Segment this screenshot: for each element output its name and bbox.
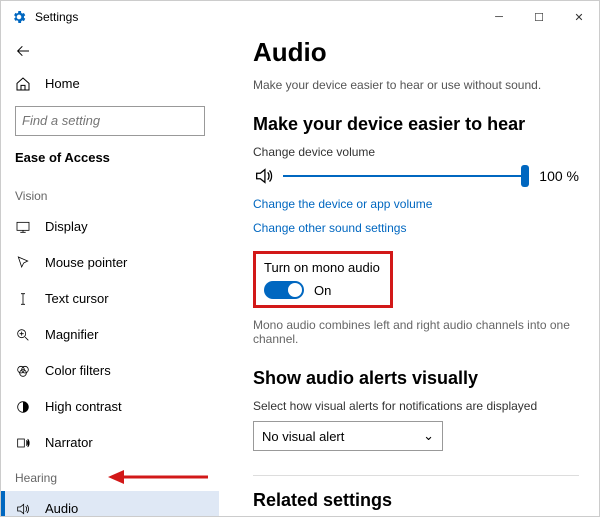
sidebar-item-audio[interactable]: Audio [1, 491, 219, 516]
search-input[interactable] [15, 106, 205, 136]
sidebar-item-text-cursor[interactable]: Text cursor [1, 281, 219, 317]
sidebar-item-home[interactable]: Home [1, 68, 219, 100]
titlebar: Settings ─ ☐ ✕ [1, 1, 599, 33]
group-vision: Vision [1, 179, 219, 209]
sidebar-item-magnifier[interactable]: Magnifier [1, 317, 219, 353]
speaker-icon [253, 165, 275, 187]
sidebar-item-label: Text cursor [45, 291, 109, 306]
section-easier-heading: Make your device easier to hear [253, 114, 579, 135]
divider [253, 475, 579, 476]
contrast-icon [15, 399, 31, 415]
home-label: Home [45, 76, 80, 91]
minimize-button[interactable]: ─ [479, 1, 519, 33]
color-filters-icon [15, 363, 31, 379]
sidebar-item-label: Narrator [45, 435, 93, 450]
section-related-heading: Related settings [253, 490, 579, 511]
sidebar-item-narrator[interactable]: Narrator [1, 425, 219, 461]
group-hearing: Hearing [1, 461, 219, 491]
home-icon [15, 76, 31, 92]
sidebar-item-label: Color filters [45, 363, 111, 378]
settings-gear-icon [11, 9, 27, 25]
text-cursor-icon [15, 291, 31, 307]
main-content: Audio Make your device easier to hear or… [219, 33, 599, 516]
sidebar-item-color-filters[interactable]: Color filters [1, 353, 219, 389]
sidebar-item-label: Display [45, 219, 88, 234]
search-field[interactable] [22, 113, 200, 128]
link-change-device-volume[interactable]: Change the device or app volume [253, 197, 579, 211]
mono-audio-highlight: Turn on mono audio On [253, 251, 393, 308]
sidebar-item-label: Magnifier [45, 327, 98, 342]
sidebar-item-display[interactable]: Display [1, 209, 219, 245]
volume-slider[interactable] [283, 175, 525, 177]
back-button[interactable] [1, 33, 219, 68]
section-alerts-heading: Show audio alerts visually [253, 368, 579, 389]
page-title: Audio [253, 37, 579, 68]
mono-audio-title: Turn on mono audio [264, 260, 380, 275]
alerts-sub: Select how visual alerts for notificatio… [253, 399, 579, 413]
link-change-other-sound[interactable]: Change other sound settings [253, 221, 579, 235]
window-title: Settings [35, 10, 479, 24]
sidebar-item-label: Mouse pointer [45, 255, 127, 270]
audio-icon [15, 501, 31, 516]
page-description: Make your device easier to hear or use w… [253, 78, 579, 92]
maximize-button[interactable]: ☐ [519, 1, 559, 33]
volume-label: Change device volume [253, 145, 579, 159]
mono-audio-note: Mono audio combines left and right audio… [253, 318, 579, 346]
display-icon [15, 219, 31, 235]
pointer-icon [15, 255, 31, 271]
visual-alert-value: No visual alert [262, 429, 344, 444]
sidebar-item-label: High contrast [45, 399, 122, 414]
arrow-left-icon [15, 43, 31, 59]
sidebar-item-mouse[interactable]: Mouse pointer [1, 245, 219, 281]
sidebar-item-high-contrast[interactable]: High contrast [1, 389, 219, 425]
volume-value: 100 % [539, 168, 579, 184]
narrator-icon [15, 435, 31, 451]
mono-audio-state: On [314, 283, 331, 298]
section-title: Ease of Access [1, 146, 219, 179]
sidebar: Home Ease of Access Vision Display Mouse… [1, 33, 219, 516]
close-button[interactable]: ✕ [559, 1, 599, 33]
sidebar-item-label: Audio [45, 501, 78, 516]
chevron-down-icon: ⌄ [423, 428, 434, 444]
mono-audio-toggle[interactable] [264, 281, 304, 299]
visual-alert-select[interactable]: No visual alert ⌄ [253, 421, 443, 451]
magnifier-icon [15, 327, 31, 343]
